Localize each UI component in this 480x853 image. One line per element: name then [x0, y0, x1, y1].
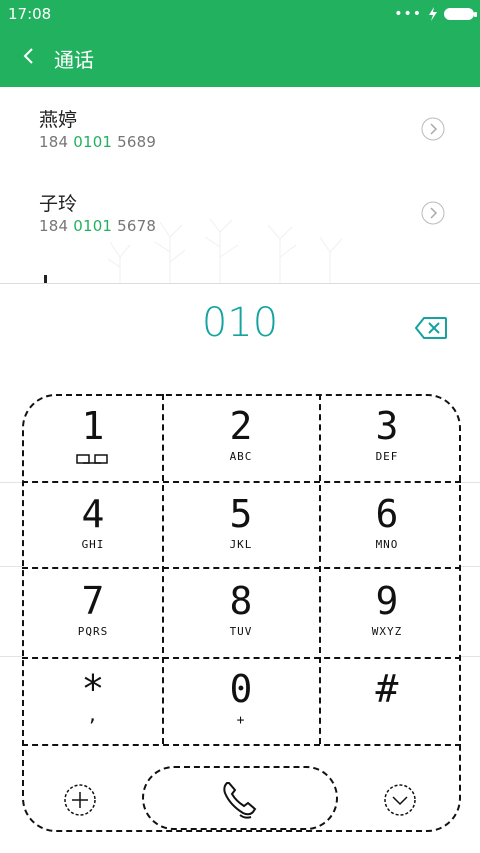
status-time: 17:08: [8, 5, 52, 23]
call-button[interactable]: [142, 766, 338, 830]
contact-item[interactable]: 燕婷 184 0101 5689: [0, 87, 480, 171]
chevron-right-circle-icon: [421, 201, 445, 225]
key-digit: 8: [229, 579, 253, 623]
contact-results-list: 燕婷 184 0101 5689 子玲 184 0101 5678: [0, 87, 480, 284]
contact-number: 184 0101 5678: [39, 217, 156, 235]
contact-name: 子玲: [39, 193, 78, 215]
divider: [0, 656, 22, 657]
key-digit: 4: [81, 492, 105, 536]
key-letters: ,: [87, 705, 99, 726]
key-letters: TUV: [229, 625, 253, 638]
key-1[interactable]: 1: [22, 394, 164, 482]
key-star[interactable]: * ,: [22, 657, 164, 745]
key-3[interactable]: 3 DEF: [316, 394, 458, 482]
key-hash[interactable]: #: [316, 657, 458, 745]
backspace-button[interactable]: [414, 316, 448, 340]
key-6[interactable]: 6 MNO: [316, 482, 458, 570]
number-match: 0101: [73, 133, 113, 151]
divider: [0, 283, 480, 284]
contact-number: 184 0101 5689: [39, 133, 156, 151]
key-letters: +: [236, 713, 246, 728]
number-prefix: 184: [39, 133, 74, 151]
app-header: 17:08 ••• 通话: [0, 0, 480, 87]
key-letters: MNO: [375, 538, 399, 551]
key-letters: JKL: [229, 538, 253, 551]
voicemail-icon: [22, 450, 164, 469]
dial-input[interactable]: 010: [0, 300, 480, 346]
key-digit: 6: [375, 492, 399, 536]
number-suffix: 5678: [112, 217, 157, 235]
status-indicators: •••: [394, 5, 477, 23]
battery-icon: [444, 8, 477, 20]
key-8[interactable]: 8 TUV: [170, 569, 312, 657]
chevron-right-circle-icon: [421, 117, 445, 141]
contact-item-partial[interactable]: [0, 255, 480, 284]
number-suffix: 5689: [112, 133, 157, 151]
key-4[interactable]: 4 GHI: [22, 482, 164, 570]
key-9[interactable]: 9 WXYZ: [316, 569, 458, 657]
key-digit: 1: [81, 404, 105, 448]
title-bar: 通话: [0, 30, 480, 87]
contact-detail-button[interactable]: [421, 117, 445, 141]
collapse-keypad-button[interactable]: [382, 782, 418, 822]
number-prefix: 184: [39, 217, 74, 235]
contact-detail-button[interactable]: [421, 201, 445, 225]
key-digit: 5: [229, 492, 253, 536]
back-button[interactable]: [18, 44, 42, 68]
divider: [0, 482, 22, 483]
key-letters: PQRS: [77, 625, 109, 638]
add-contact-button[interactable]: [62, 782, 98, 822]
key-digit: 2: [229, 404, 253, 448]
contact-item[interactable]: 子玲 184 0101 5678: [0, 171, 480, 255]
key-digit: 0: [229, 667, 253, 711]
chevron-left-icon: [23, 48, 33, 64]
key-letters: DEF: [375, 450, 399, 463]
chevron-down-icon: [384, 784, 416, 816]
key-5[interactable]: 5 JKL: [170, 482, 312, 570]
contact-name: 燕婷: [39, 109, 78, 131]
divider: [0, 566, 22, 567]
phone-icon: [223, 782, 257, 819]
key-digit: *: [81, 667, 105, 711]
key-digit: 7: [81, 579, 105, 623]
more-dots-icon: •••: [394, 6, 422, 22]
key-letters: WXYZ: [371, 625, 403, 638]
divider: [461, 566, 480, 567]
divider: [461, 482, 480, 483]
key-2[interactable]: 2 ABC: [170, 394, 312, 482]
key-letters: ABC: [229, 450, 253, 463]
number-match: 0101: [73, 217, 113, 235]
charging-icon: [428, 7, 438, 21]
key-letters: GHI: [81, 538, 105, 551]
add-icon: [64, 784, 96, 816]
key-7[interactable]: 7 PQRS: [22, 569, 164, 657]
key-digit: #: [375, 667, 399, 711]
key-digit: 3: [375, 404, 399, 448]
page-title: 通话: [54, 48, 94, 72]
divider: [461, 656, 480, 657]
key-digit: 9: [375, 579, 399, 623]
backspace-icon: [414, 317, 447, 339]
status-bar: 17:08 •••: [0, 0, 480, 30]
key-0[interactable]: 0 +: [170, 657, 312, 745]
